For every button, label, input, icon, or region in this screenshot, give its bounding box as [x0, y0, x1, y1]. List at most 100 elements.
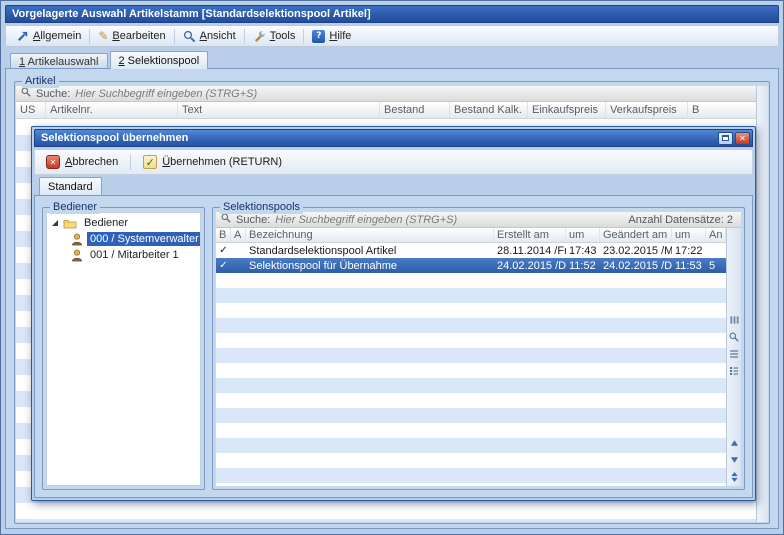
close-button[interactable]: ✕ [735, 132, 750, 145]
search-placeholder: Hier Suchbegriff eingeben (STRG+S) [275, 214, 457, 226]
tree-node-mitarbeiter[interactable]: 001 / Mitarbeiter 1 [47, 247, 200, 263]
column-header-geaendert-um[interactable]: um [672, 228, 706, 242]
folder-icon [63, 218, 77, 229]
column-header-a[interactable]: A [231, 228, 246, 242]
tabstrip: 1 Artikelauswahl 2 Selektionspool [5, 51, 779, 69]
toolbar-separator [130, 155, 131, 170]
cell-bezeichnung: Selektionspool für Übernahme [246, 258, 494, 273]
pool-row-standardselektionspool[interactable]: ✓ Standardselektionspool Artikel 28.11.2… [216, 243, 726, 258]
pools-side-toolbar [726, 228, 741, 486]
pencil-icon: ✎ [98, 30, 108, 42]
menu-tools[interactable]: Tools [246, 28, 303, 45]
magnifier-icon [183, 30, 196, 43]
cell-an: 5 [706, 258, 726, 273]
menu-ansicht[interactable]: Ansicht [176, 28, 243, 45]
column-header-bestand-kalk[interactable]: Bestand Kalk. [450, 102, 528, 118]
magnifier-icon[interactable] [729, 331, 740, 342]
tab-artikelauswahl[interactable]: 1 Artikelauswahl [10, 53, 108, 69]
checked-icon: ✓ [216, 258, 231, 273]
cell-geaendert-um: 17:22 [672, 243, 706, 258]
column-header-b[interactable]: B [688, 102, 756, 118]
artikel-search-bar[interactable]: Suche: Hier Suchbegriff eingeben (STRG+S… [16, 86, 756, 102]
dialog-title: Selektionspool übernehmen [41, 132, 188, 144]
column-header-b[interactable]: B [216, 228, 231, 242]
dialog-selektionspool-uebernehmen: Selektionspool übernehmen ✕ ✕ Abbrechen … [31, 126, 756, 501]
record-count: Anzahl Datensätze: 2 [628, 214, 736, 226]
menu-hilfe[interactable]: ? Hilfe [305, 28, 358, 45]
search-icon [221, 213, 231, 226]
column-header-an[interactable]: An [706, 228, 726, 242]
dialog-toolbar: ✕ Abbrechen ✓ Übernehmen (RETURN) [34, 149, 753, 175]
restore-icon [722, 135, 729, 141]
pools-group: Selektionspools Suche: Hier Suchbegriff … [212, 207, 745, 490]
dialog-titlebar: Selektionspool übernehmen ✕ [34, 129, 753, 147]
scroll-down-icon[interactable] [729, 454, 740, 465]
menubar-separator [174, 29, 175, 44]
cell-bezeichnung: Standardselektionspool Artikel [246, 243, 494, 258]
app-window: Vorgelagerte Auswahl Artikelstamm [Stand… [0, 0, 784, 535]
list-icon[interactable] [729, 348, 740, 359]
column-header-verkaufspreis[interactable]: Verkaufspreis [606, 102, 688, 118]
column-header-us[interactable]: US [16, 102, 46, 118]
cell-geaendert-um: 11:53 [672, 258, 706, 273]
restore-button[interactable] [718, 132, 733, 145]
tree-node-label: 000 / Systemverwalter [87, 232, 201, 246]
menubar: Allgemein ✎ Bearbeiten Ansicht Tools ? H… [5, 25, 779, 47]
column-header-erstellt-am[interactable]: Erstellt am [494, 228, 566, 242]
menu-bearbeiten[interactable]: ✎ Bearbeiten [91, 28, 172, 44]
menu-label-ansicht: Ansicht [200, 30, 236, 42]
menubar-separator [89, 29, 90, 44]
scroll-up-icon[interactable] [729, 437, 740, 448]
tab-selektionspool[interactable]: 2 Selektionspool [110, 51, 209, 69]
bediener-group: Bediener Bediener [42, 207, 205, 490]
tree-node-label: Bediener [81, 216, 131, 230]
cell-geaendert-am: 24.02.2015 /Di [600, 258, 672, 273]
cancel-button[interactable]: ✕ Abbrechen [40, 153, 124, 171]
column-header-artikelnr[interactable]: Artikelnr. [46, 102, 178, 118]
pools-table-header: B A Bezeichnung Erstellt am um Geändert … [216, 228, 726, 243]
search-label: Suche: [236, 214, 270, 226]
menu-allgemein[interactable]: Allgemein [9, 28, 88, 45]
tab-standard[interactable]: Standard [39, 177, 102, 195]
menubar-separator [303, 29, 304, 44]
tab-label: 2 Selektionspool [119, 55, 200, 67]
column-header-einkaufspreis[interactable]: Einkaufspreis [528, 102, 606, 118]
menubar-separator [244, 29, 245, 44]
search-placeholder: Hier Suchbegriff eingeben (STRG+S) [75, 88, 257, 100]
accept-label: Übernehmen (RETURN) [162, 156, 282, 168]
cancel-label: Abbrechen [65, 156, 118, 168]
tree-node-systemverwalter[interactable]: 000 / Systemverwalter [47, 231, 200, 247]
tools-icon [253, 30, 266, 43]
scroll-updown-icon[interactable] [729, 471, 740, 482]
pools-table: Suche: Hier Suchbegriff eingeben (STRG+S… [216, 212, 741, 486]
column-header-bestand[interactable]: Bestand [380, 102, 450, 118]
menu-label-tools: Tools [270, 30, 296, 42]
tab-label: 1 Artikelauswahl [19, 56, 99, 68]
menu-label-hilfe: Hilfe [329, 30, 351, 42]
artikel-table-header: US Artikelnr. Text Bestand Bestand Kalk.… [16, 102, 756, 119]
user-icon [71, 233, 83, 246]
cell-a [231, 243, 246, 258]
accept-button[interactable]: ✓ Übernehmen (RETURN) [137, 153, 288, 171]
dialog-tabstrip: Standard [34, 177, 753, 195]
bars-icon[interactable] [729, 314, 740, 325]
cell-an [706, 243, 726, 258]
window-title: Vorgelagerte Auswahl Artikelstamm [Stand… [12, 8, 371, 20]
pools-search-bar[interactable]: Suche: Hier Suchbegriff eingeben (STRG+S… [216, 212, 741, 228]
search-label: Suche: [36, 88, 70, 100]
details-icon[interactable] [729, 365, 740, 376]
column-header-geaendert-am[interactable]: Geändert am [600, 228, 672, 242]
cell-erstellt-am: 24.02.2015 /Di [494, 258, 566, 273]
artikel-group-title: Artikel [22, 75, 59, 88]
column-header-bezeichnung[interactable]: Bezeichnung [246, 228, 494, 242]
expander-icon[interactable] [51, 219, 59, 227]
column-header-text[interactable]: Text [178, 102, 380, 118]
tree-node-bediener[interactable]: Bediener [47, 215, 200, 231]
artikel-scroll-strip[interactable] [756, 86, 768, 522]
column-header-erstellt-um[interactable]: um [566, 228, 600, 242]
pools-table-body [216, 273, 726, 486]
cell-erstellt-um: 17:43 [566, 243, 600, 258]
checked-icon: ✓ [216, 243, 231, 258]
arrow-up-right-icon [16, 30, 29, 43]
pool-row-selektionspool-uebernahme[interactable]: ✓ Selektionspool für Übernahme 24.02.201… [216, 258, 726, 273]
